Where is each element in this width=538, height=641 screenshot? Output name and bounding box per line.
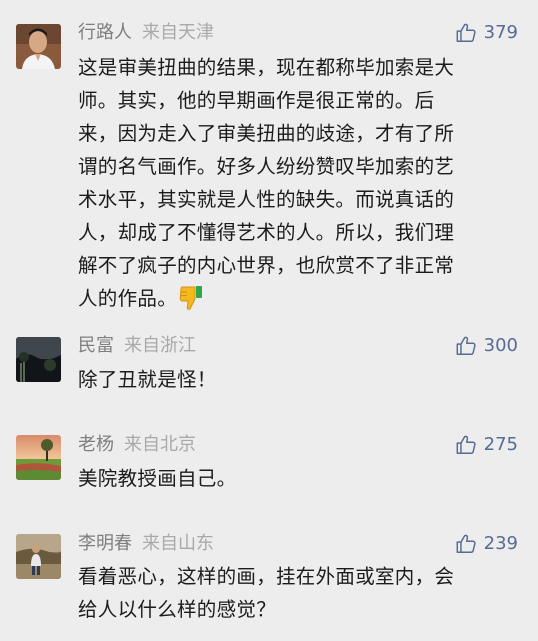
like-count: 275 <box>483 434 518 455</box>
dark-landscape-icon <box>16 337 61 382</box>
comment-line: 解不了疯子的内心世界，也欣赏不了非正常 <box>78 254 455 277</box>
comment-line: 师。其实，他的早期画作是很正常的。后 <box>78 89 435 112</box>
like-count: 379 <box>483 22 518 43</box>
comment-meta: 李明春 来自山东 <box>78 533 214 555</box>
avatar[interactable] <box>16 534 61 579</box>
like-button[interactable]: 379 <box>455 22 518 44</box>
comment-line: 人的作品。 <box>78 287 178 310</box>
comment-line: 给人以什么样的感觉？ <box>78 598 277 621</box>
thumbs-up-icon <box>456 534 476 553</box>
user-name[interactable]: 民富 <box>78 335 114 356</box>
person-outdoor-icon <box>16 534 61 579</box>
comment-line: 谓的名气画作。好多人纷纷赞叹毕加索的艺 <box>78 155 455 178</box>
like-count: 300 <box>483 335 518 356</box>
comment-line: 美院教授画自己。 <box>78 467 237 490</box>
comment-line: 这是审美扭曲的结果，现在都称毕加索是大 <box>78 56 455 79</box>
comment-meta: 老杨 来自北京 <box>78 434 196 456</box>
comment-content: 美院教授画自己。 <box>78 462 508 495</box>
comment-content: 除了丑就是怪！ <box>78 363 508 396</box>
user-location: 来自山东 <box>142 533 214 554</box>
avatar[interactable] <box>16 435 61 480</box>
comment-content: 看着恶心，这样的画，挂在外面或室内，会 给人以什么样的感觉？ <box>78 560 508 626</box>
comment-meta: 民富 来自浙江 <box>78 335 196 357</box>
comment-content: 这是审美扭曲的结果，现在都称毕加索是大 师。其实，他的早期画作是很正常的。后 来… <box>78 51 508 321</box>
thumbs-up-icon <box>456 336 476 355</box>
user-name[interactable]: 李明春 <box>78 533 132 554</box>
comment-line: 看着恶心，这样的画，挂在外面或室内，会 <box>78 565 455 588</box>
user-location: 来自天津 <box>142 22 214 43</box>
user-location: 来自北京 <box>124 434 196 455</box>
comment-line: 人，却成了不懂得艺术的人。所以，我们理 <box>78 221 455 244</box>
comment-line: 来，因为走入了审美扭曲的歧途，才有了所 <box>78 122 455 145</box>
thumbs-up-icon <box>456 435 476 454</box>
thumbs-up-icon <box>456 23 476 42</box>
comment-line: 术水平，其实就是人性的缺失。而说真话的 <box>78 188 455 211</box>
comment-line-last: 人的作品。 <box>78 282 508 321</box>
comment-line: 除了丑就是怪！ <box>78 368 217 391</box>
avatar[interactable] <box>16 24 61 69</box>
comment-meta: 行路人 来自天津 <box>78 22 214 44</box>
like-button[interactable]: 300 <box>455 335 518 357</box>
avatar[interactable] <box>16 337 61 382</box>
sunset-field-icon <box>16 435 61 480</box>
like-count: 239 <box>483 533 518 554</box>
thumbs-down-icon <box>179 285 203 321</box>
man-portrait-icon <box>16 24 61 69</box>
user-name[interactable]: 老杨 <box>78 434 114 455</box>
like-button[interactable]: 275 <box>455 434 518 456</box>
user-location: 来自浙江 <box>124 335 196 356</box>
user-name[interactable]: 行路人 <box>78 22 132 43</box>
like-button[interactable]: 239 <box>455 533 518 555</box>
